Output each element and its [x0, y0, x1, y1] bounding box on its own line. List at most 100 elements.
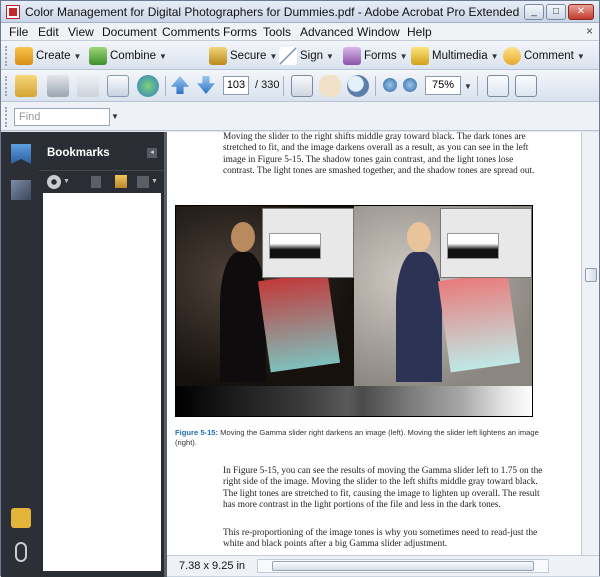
toolbar-grip[interactable] [5, 107, 8, 127]
options-gear-icon[interactable] [47, 175, 61, 189]
collaborate-globe-icon[interactable] [137, 75, 159, 97]
previous-page-arrow-icon[interactable] [171, 76, 189, 94]
fit-page-icon[interactable] [515, 75, 537, 97]
signatures-panel-icon[interactable] [11, 180, 31, 200]
paragraph-2: In Figure 5-15, you can see the results … [223, 466, 543, 511]
open-folder-icon[interactable] [15, 75, 37, 97]
figure-image [175, 205, 533, 417]
select-text-cursor-icon[interactable] [291, 75, 313, 97]
zoom-out-icon[interactable] [383, 78, 397, 92]
scrolling-mode-icon[interactable] [487, 75, 509, 97]
title-bar: Color Management for Digital Photographe… [1, 1, 599, 23]
maximize-button[interactable]: □ [546, 4, 566, 20]
menu-edit[interactable]: Edit [38, 25, 59, 39]
attachments-paperclip-icon[interactable] [15, 542, 27, 562]
figure-caption: Figure 5-15: Moving the Gamma slider rig… [175, 428, 543, 448]
minimize-button[interactable]: _ [524, 4, 544, 20]
bookmarks-panel-icon[interactable] [11, 144, 31, 164]
figure-reference: Figure 5-15: [175, 428, 219, 437]
collapse-panel-button[interactable]: ◂ [147, 148, 157, 158]
comments-panel-icon[interactable] [11, 508, 31, 528]
painting-left [257, 271, 341, 373]
sign-label: Sign [300, 50, 324, 62]
create-pdf-icon [15, 47, 33, 65]
menu-file[interactable]: File [9, 25, 28, 39]
toolbar-separator [375, 76, 376, 96]
pdf-app-icon [6, 5, 20, 19]
menu-view[interactable]: View [68, 25, 94, 39]
sign-button[interactable]: Sign ▼ [279, 45, 334, 67]
person-head-right [407, 222, 431, 252]
bookmarks-list[interactable] [43, 193, 161, 571]
vertical-scroll-thumb[interactable] [585, 268, 597, 282]
document-view[interactable]: Moving the slider to the right shifts mi… [167, 132, 581, 555]
gray-gradient-strip [176, 386, 532, 416]
comment-button[interactable]: Comment ▼ [503, 45, 585, 67]
hand-tool-icon[interactable] [319, 75, 341, 97]
create-label: Create [36, 50, 71, 62]
vertical-scrollbar[interactable] [581, 132, 599, 555]
combine-label: Combine [110, 50, 157, 62]
multimedia-icon [411, 47, 429, 65]
horizontal-scrollbar[interactable] [257, 559, 549, 573]
page-size-label: 7.38 x 9.25 in [179, 560, 246, 572]
menu-help[interactable]: Help [407, 25, 432, 39]
forms-button[interactable]: Forms ▼ [343, 45, 408, 67]
email-icon[interactable] [107, 75, 129, 97]
menu-advanced[interactable]: Advanced [300, 25, 353, 39]
zoom-dropdown-chevron-icon[interactable]: ▼ [464, 82, 472, 91]
histogram-left [269, 233, 321, 259]
page-number-input[interactable]: 103 [223, 76, 249, 95]
menu-document[interactable]: Document [102, 25, 157, 39]
navigation-toolbar: ▼ [1, 70, 599, 102]
zoom-in-icon[interactable] [403, 78, 417, 92]
chevron-down-icon: ▼ [159, 51, 167, 61]
new-bookmark-icon[interactable] [115, 175, 127, 188]
comment-bubble-icon [503, 47, 521, 65]
acrobat-window: Color Management for Digital Photographe… [0, 0, 600, 577]
save-icon[interactable] [77, 75, 99, 97]
menu-tools[interactable]: Tools [263, 25, 291, 39]
combine-button[interactable]: Combine ▼ [89, 45, 167, 67]
chevron-down-icon: ▼ [326, 51, 334, 61]
print-icon[interactable] [47, 75, 69, 97]
chevron-down-icon: ▼ [73, 51, 82, 61]
chevron-down-icon: ▼ [490, 51, 499, 61]
secure-label: Secure [230, 50, 267, 62]
secure-button[interactable]: Secure ▼ [209, 45, 277, 67]
menu-forms[interactable]: Forms [223, 25, 257, 39]
person-head-left [231, 222, 255, 252]
find-input[interactable]: Find [14, 108, 110, 126]
horizontal-scroll-thumb[interactable] [272, 561, 534, 571]
multimedia-label: Multimedia [432, 50, 488, 62]
bookmarks-panel: Bookmarks ◂ ▼ ▼ [39, 132, 165, 577]
pen-icon [279, 47, 297, 65]
lock-icon [209, 47, 227, 65]
chevron-down-icon[interactable]: ▼ [63, 178, 70, 185]
form-icon [343, 47, 361, 65]
menu-comments[interactable]: Comments [162, 25, 220, 39]
chevron-down-icon[interactable]: ▼ [151, 178, 158, 185]
combine-files-icon [89, 47, 107, 65]
find-options-chevron-icon[interactable]: ▼ [111, 112, 119, 121]
person-silhouette-left [220, 252, 266, 382]
paragraph-1: Moving the slider to the right shifts mi… [223, 132, 535, 177]
delete-bookmark-icon[interactable] [91, 176, 101, 188]
close-button[interactable]: ✕ [568, 4, 594, 20]
marquee-zoom-icon[interactable] [347, 75, 369, 97]
next-page-arrow-icon[interactable] [197, 76, 215, 94]
status-bar: 7.38 x 9.25 in [167, 555, 599, 576]
window-title: Color Management for Digital Photographe… [25, 5, 520, 19]
create-button[interactable]: Create ▼ [15, 45, 81, 67]
multimedia-button[interactable]: Multimedia ▼ [411, 45, 499, 67]
total-pages: 330 [261, 79, 280, 91]
menu-window[interactable]: Window [357, 25, 400, 39]
histogram-right [447, 233, 499, 259]
chevron-down-icon: ▼ [576, 51, 585, 61]
zoom-level-input[interactable]: 75% [425, 76, 461, 95]
levels-dialog-left [262, 208, 354, 278]
toolbar-grip[interactable] [5, 76, 8, 96]
document-close-icon[interactable]: × [586, 24, 593, 38]
expand-bookmark-icon[interactable] [137, 176, 149, 188]
toolbar-grip[interactable] [5, 46, 8, 66]
